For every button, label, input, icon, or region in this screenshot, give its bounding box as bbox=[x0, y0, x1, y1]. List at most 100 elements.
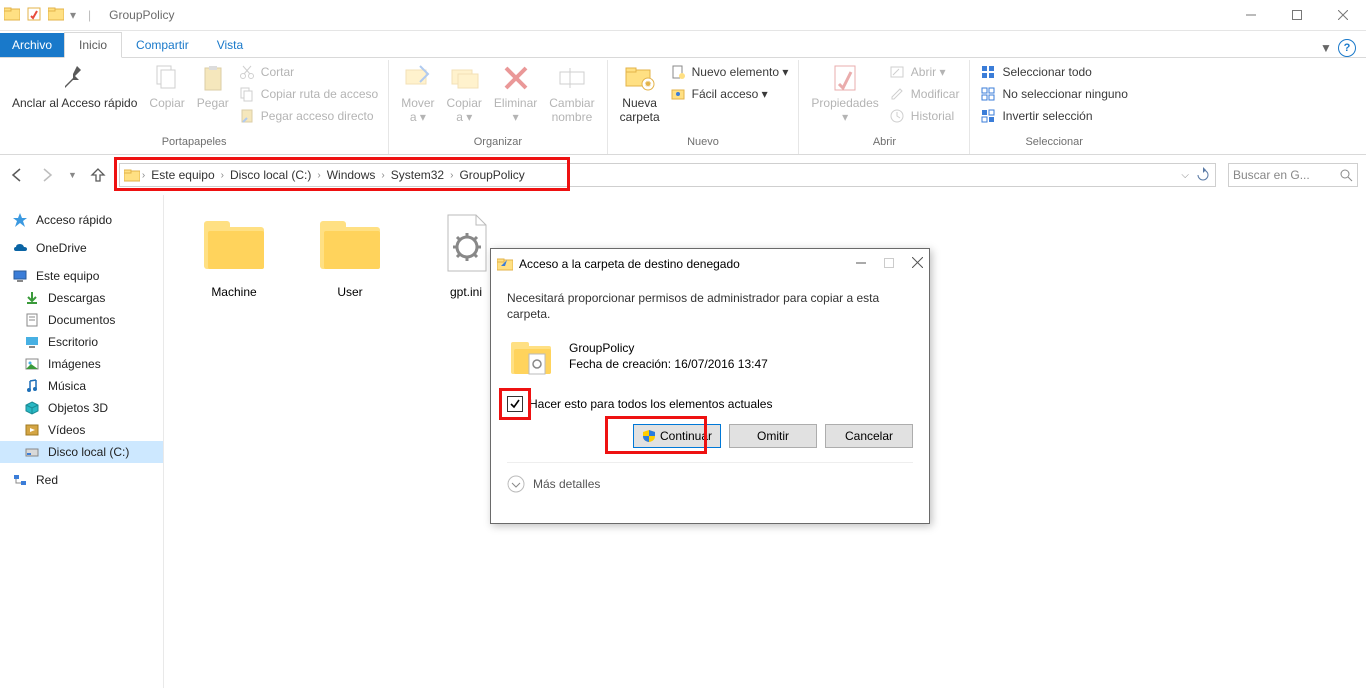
delete-label: Eliminar ▾ bbox=[494, 96, 537, 125]
dialog-more-details[interactable]: Más detalles bbox=[507, 462, 913, 493]
group-label-select: Seleccionar bbox=[976, 136, 1131, 154]
dialog-title: Acceso a la carpeta de destino denegado bbox=[519, 257, 740, 271]
ribbon-group-new: ✹ Nueva carpeta Nuevo elemento ▾ Fácil a… bbox=[608, 60, 800, 154]
history-label: Historial bbox=[911, 106, 954, 126]
dialog-checkbox-label[interactable]: Hacer esto para todos los elementos actu… bbox=[529, 397, 772, 411]
search-box[interactable]: Buscar en G... bbox=[1228, 163, 1358, 187]
uac-shield-icon bbox=[642, 429, 656, 443]
dialog-minimize-button[interactable] bbox=[856, 257, 866, 271]
tab-share[interactable]: Compartir bbox=[122, 33, 203, 57]
breadcrumb-item[interactable]: Disco local (C:) bbox=[226, 168, 315, 182]
folder-icon bbox=[124, 167, 140, 183]
sidebar-music[interactable]: Música bbox=[0, 375, 163, 397]
qat-folder-icon[interactable] bbox=[48, 6, 64, 25]
pin-label: Anclar al Acceso rápido bbox=[12, 96, 137, 110]
rename-button[interactable]: Cambiar nombre bbox=[543, 60, 600, 127]
sidebar-label: Imágenes bbox=[48, 357, 101, 371]
recent-dropdown[interactable]: ▼ bbox=[68, 170, 77, 180]
sidebar-3d-objects[interactable]: Objetos 3D bbox=[0, 397, 163, 419]
up-button[interactable] bbox=[89, 166, 107, 184]
tab-file[interactable]: Archivo bbox=[0, 33, 64, 57]
dialog-checkbox[interactable] bbox=[507, 396, 523, 412]
breadcrumb-chevron-icon[interactable]: › bbox=[142, 170, 145, 181]
refresh-icon[interactable] bbox=[1195, 167, 1211, 183]
dialog-skip-button[interactable]: Omitir bbox=[729, 424, 817, 448]
properties-button[interactable]: Propiedades ▾ bbox=[805, 60, 884, 127]
chevron-down-icon bbox=[507, 475, 525, 493]
close-button[interactable] bbox=[1320, 0, 1366, 30]
tab-home[interactable]: Inicio bbox=[64, 32, 122, 58]
search-icon bbox=[1339, 168, 1353, 182]
sidebar-quick-access[interactable]: Acceso rápido bbox=[0, 209, 163, 231]
properties-label: Propiedades ▾ bbox=[811, 96, 878, 125]
dialog-continue-button[interactable]: Continuar bbox=[633, 424, 721, 448]
sidebar-label: Descargas bbox=[48, 291, 105, 305]
invert-selection-button[interactable]: Invertir selección bbox=[980, 106, 1127, 126]
pin-button[interactable]: Anclar al Acceso rápido bbox=[6, 60, 143, 112]
breadcrumb-chevron-icon[interactable]: › bbox=[317, 170, 320, 181]
history-button[interactable]: Historial bbox=[889, 106, 960, 126]
sidebar-desktop[interactable]: Escritorio bbox=[0, 331, 163, 353]
dialog-folder-info: GroupPolicy Fecha de creación: 16/07/201… bbox=[507, 332, 913, 380]
easy-access-button[interactable]: Fácil acceso ▾ bbox=[670, 84, 789, 104]
breadcrumb-chevron-icon[interactable]: › bbox=[381, 170, 384, 181]
address-dropdown-icon[interactable]: ⌵ bbox=[1181, 170, 1189, 181]
breadcrumb-chevron-icon[interactable]: › bbox=[221, 170, 224, 181]
breadcrumb-item[interactable]: Windows bbox=[323, 168, 380, 182]
edit-button[interactable]: Modificar bbox=[889, 84, 960, 104]
select-none-label: No seleccionar ninguno bbox=[1002, 84, 1127, 104]
sidebar-documents[interactable]: Documentos bbox=[0, 309, 163, 331]
maximize-button[interactable] bbox=[1274, 0, 1320, 30]
sidebar-label: Música bbox=[48, 379, 86, 393]
sidebar-disk-c[interactable]: Disco local (C:) bbox=[0, 441, 163, 463]
breadcrumb-chevron-icon[interactable]: › bbox=[450, 170, 453, 181]
move-to-button[interactable]: Mover a ▾ bbox=[395, 60, 440, 127]
cut-button[interactable]: Cortar bbox=[239, 62, 378, 82]
sidebar-videos[interactable]: Vídeos bbox=[0, 419, 163, 441]
ribbon: Anclar al Acceso rápido Copiar Pegar Cor… bbox=[0, 58, 1366, 155]
forward-button[interactable] bbox=[38, 166, 56, 184]
move-to-label: Mover a ▾ bbox=[401, 96, 434, 125]
new-folder-button[interactable]: ✹ Nueva carpeta bbox=[614, 60, 666, 127]
app-folder-icon bbox=[4, 6, 20, 25]
breadcrumb-item[interactable]: System32 bbox=[387, 168, 448, 182]
open-button[interactable]: Abrir ▾ bbox=[889, 62, 960, 82]
group-label-clipboard: Portapapeles bbox=[6, 136, 382, 154]
minimize-button[interactable] bbox=[1228, 0, 1274, 30]
help-button[interactable]: ? bbox=[1338, 39, 1356, 57]
dialog-cancel-button[interactable]: Cancelar bbox=[825, 424, 913, 448]
sidebar-this-pc[interactable]: Este equipo bbox=[0, 265, 163, 287]
tab-view[interactable]: Vista bbox=[203, 33, 257, 57]
paste-shortcut-button[interactable]: Pegar acceso directo bbox=[239, 106, 378, 126]
breadcrumb-item[interactable]: Este equipo bbox=[147, 168, 218, 182]
new-folder-label: Nueva carpeta bbox=[620, 96, 660, 125]
search-placeholder: Buscar en G... bbox=[1233, 168, 1310, 182]
sidebar-network[interactable]: Red bbox=[0, 469, 163, 491]
dialog-close-button[interactable] bbox=[912, 257, 923, 271]
select-all-label: Seleccionar todo bbox=[1002, 62, 1091, 82]
sidebar-downloads[interactable]: Descargas bbox=[0, 287, 163, 309]
sidebar-images[interactable]: Imágenes bbox=[0, 353, 163, 375]
sidebar-onedrive[interactable]: OneDrive bbox=[0, 237, 163, 259]
qat-props-icon[interactable] bbox=[26, 6, 42, 25]
address-bar[interactable]: › Este equipo › Disco local (C:) › Windo… bbox=[119, 163, 1216, 187]
folder-item-machine[interactable]: Machine bbox=[184, 207, 284, 299]
sidebar-label: Disco local (C:) bbox=[48, 445, 129, 459]
new-item-button[interactable]: Nuevo elemento ▾ bbox=[670, 62, 789, 82]
open-label: Abrir ▾ bbox=[911, 62, 946, 82]
dialog-folder-icon bbox=[497, 256, 513, 272]
paste-shortcut-label: Pegar acceso directo bbox=[261, 106, 374, 126]
copy-to-button[interactable]: Copiar a ▾ bbox=[441, 60, 488, 127]
qat-dropdown-icon[interactable]: ▾ bbox=[70, 8, 76, 22]
cut-label: Cortar bbox=[261, 62, 294, 82]
select-none-button[interactable]: No seleccionar ninguno bbox=[980, 84, 1127, 104]
ribbon-collapse-button[interactable]: ▼ bbox=[1314, 41, 1338, 55]
copy-button[interactable]: Copiar bbox=[143, 60, 190, 112]
select-all-button[interactable]: Seleccionar todo bbox=[980, 62, 1127, 82]
copy-path-button[interactable]: Copiar ruta de acceso bbox=[239, 84, 378, 104]
breadcrumb-item[interactable]: GroupPolicy bbox=[455, 168, 528, 182]
delete-button[interactable]: Eliminar ▾ bbox=[488, 60, 543, 127]
paste-button[interactable]: Pegar bbox=[191, 60, 235, 112]
folder-item-user[interactable]: User bbox=[300, 207, 400, 299]
back-button[interactable] bbox=[8, 166, 26, 184]
